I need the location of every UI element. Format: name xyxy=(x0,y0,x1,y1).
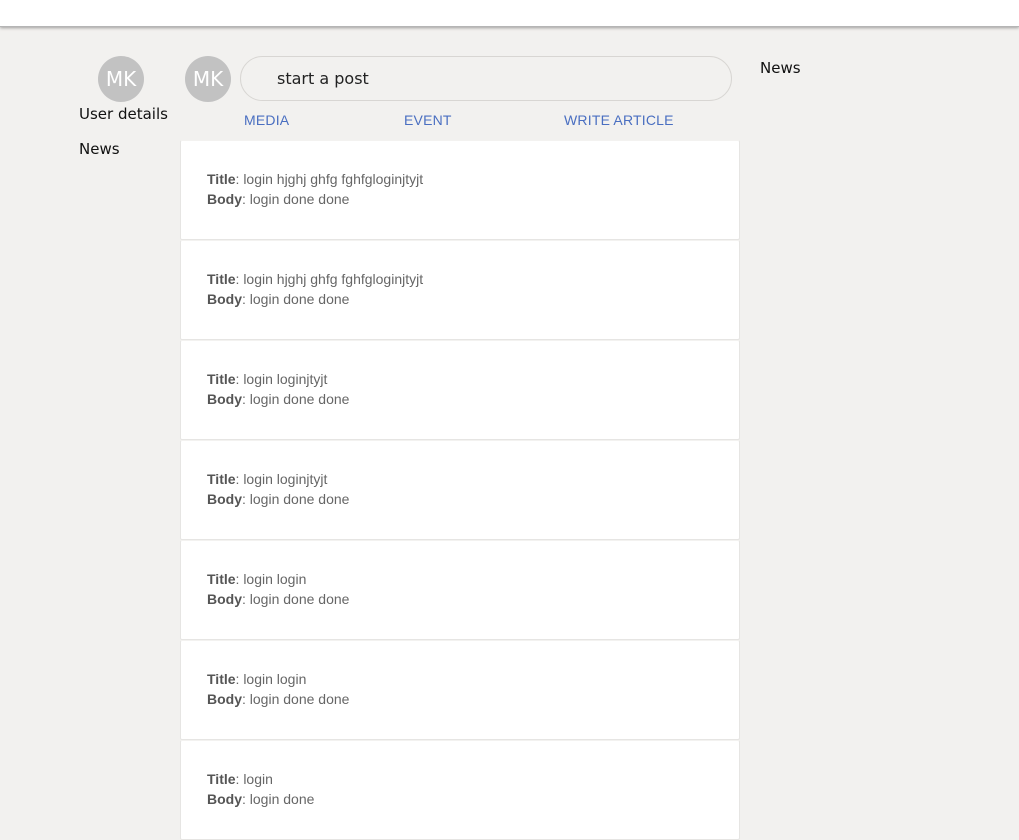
post-card: Title: login hjghj ghfg fghfgloginjtyjt … xyxy=(180,140,740,240)
composer-actions: MEDIA EVENT WRITE ARTICLE xyxy=(180,112,740,132)
top-navbar xyxy=(0,0,1019,27)
post-title-text: login loginjtyjt xyxy=(243,371,328,387)
post-title: Title: login loginjtyjt xyxy=(207,471,328,487)
post-title-text: login login xyxy=(243,571,307,587)
post-body: Body: login done done xyxy=(207,191,350,207)
post-body-text: login done done xyxy=(249,291,350,307)
post-card: Title: login login Body: login done done xyxy=(180,640,740,740)
post-body-text: login done done xyxy=(249,191,350,207)
post-body-text: login done xyxy=(249,791,315,807)
post-title-text: login login xyxy=(243,671,307,687)
post-body: Body: login done done xyxy=(207,691,350,707)
post-card: Title: login loginjtyjt Body: login done… xyxy=(180,440,740,540)
post-body: Body: login done done xyxy=(207,291,350,307)
post-card: Title: login loginjtyjt Body: login done… xyxy=(180,340,740,440)
post-title: Title: login hjghj ghfg fghfgloginjtyjt xyxy=(207,271,424,287)
body-label: Body xyxy=(207,591,242,607)
post-body-text: login done done xyxy=(249,591,350,607)
composer-avatar: MK xyxy=(185,56,231,102)
sidebar-news-link[interactable]: News xyxy=(79,140,174,158)
post-composer: MK xyxy=(185,56,735,104)
post-body-text: login done done xyxy=(249,691,350,707)
right-news-link[interactable]: News xyxy=(760,59,801,77)
post-title: Title: login hjghj ghfg fghfgloginjtyjt xyxy=(207,171,424,187)
post-title-text: login loginjtyjt xyxy=(243,471,328,487)
start-post-input[interactable] xyxy=(240,56,732,101)
post-feed: Title: login hjghj ghfg fghfgloginjtyjt … xyxy=(180,140,740,840)
post-card: Title: login login Body: login done done xyxy=(180,540,740,640)
post-body-text: login done done xyxy=(249,491,350,507)
body-label: Body xyxy=(207,691,242,707)
user-details-link[interactable]: User details xyxy=(79,105,174,123)
post-body: Body: login done done xyxy=(207,591,350,607)
title-label: Title xyxy=(207,171,236,187)
body-label: Body xyxy=(207,391,242,407)
user-avatar[interactable]: MK xyxy=(98,56,144,102)
post-title-text: login xyxy=(243,771,273,787)
title-label: Title xyxy=(207,571,236,587)
title-label: Title xyxy=(207,671,236,687)
body-label: Body xyxy=(207,291,242,307)
post-body-text: login done done xyxy=(249,391,350,407)
write-article-button[interactable]: WRITE ARTICLE xyxy=(564,112,674,128)
post-title-text: login hjghj ghfg fghfgloginjtyjt xyxy=(243,271,424,287)
left-sidebar: MK User details News xyxy=(74,56,174,158)
body-label: Body xyxy=(207,491,242,507)
post-body: Body: login done xyxy=(207,791,315,807)
body-label: Body xyxy=(207,191,242,207)
post-title: Title: login loginjtyjt xyxy=(207,371,328,387)
post-body: Body: login done done xyxy=(207,491,350,507)
body-label: Body xyxy=(207,791,242,807)
post-title: Title: login login xyxy=(207,671,307,687)
post-card: Title: login Body: login done xyxy=(180,740,740,840)
title-label: Title xyxy=(207,371,236,387)
title-label: Title xyxy=(207,771,236,787)
post-card: Title: login hjghj ghfg fghfgloginjtyjt … xyxy=(180,240,740,340)
post-title: Title: login login xyxy=(207,571,307,587)
title-label: Title xyxy=(207,271,236,287)
post-title-text: login hjghj ghfg fghfgloginjtyjt xyxy=(243,171,424,187)
title-label: Title xyxy=(207,471,236,487)
event-button[interactable]: EVENT xyxy=(404,112,452,128)
post-body: Body: login done done xyxy=(207,391,350,407)
media-button[interactable]: MEDIA xyxy=(244,112,289,128)
post-title: Title: login xyxy=(207,771,273,787)
